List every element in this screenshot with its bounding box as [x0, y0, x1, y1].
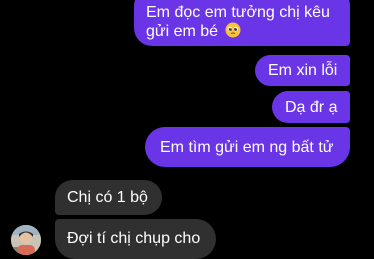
outgoing-message[interactable]: Em xin lỗi	[255, 55, 350, 86]
message-text: Dạ đr ạ	[285, 99, 338, 116]
message-thread: Em đọc em tưởng chị kêu gửi em bé Em xin…	[0, 0, 374, 259]
message-text: Em tìm gửi em ng bất tử	[160, 139, 334, 156]
outgoing-message[interactable]: Em đọc em tưởng chị kêu gửi em bé	[134, 0, 350, 46]
message-text: Đợi tí chị chụp cho	[67, 230, 201, 247]
outgoing-message[interactable]: Em tìm gửi em ng bất tử	[145, 127, 350, 167]
message-text-line: Em đọc em tưởng chị kêu	[146, 4, 330, 21]
incoming-message[interactable]: Đợi tí chị chụp cho	[55, 219, 216, 259]
pleading-face-emoji-icon	[225, 22, 241, 38]
incoming-message[interactable]: Chị có 1 bộ	[55, 180, 162, 215]
message-text: Chị có 1 bộ	[67, 189, 148, 206]
message-text-line: gửi em bé	[146, 23, 219, 40]
message-text: Em xin lỗi	[268, 62, 338, 79]
contact-avatar[interactable]	[11, 225, 41, 255]
outgoing-message[interactable]: Dạ đr ạ	[272, 91, 350, 123]
